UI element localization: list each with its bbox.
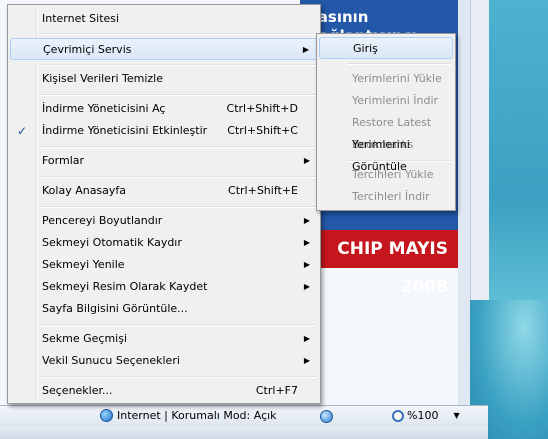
menu-item-shortcut: Ctrl+F7: [255, 384, 298, 397]
menu-item-formlar[interactable]: Formlar ▶: [10, 150, 318, 172]
menu-item-label: İndirme Yöneticisini Etkinleştir: [42, 124, 208, 137]
chevron-down-icon: ▼: [453, 411, 460, 420]
menu-item-kisisel-verileri-temizle[interactable]: Kişisel Verileri Temizle: [10, 68, 318, 90]
menu-item-shortcut: Ctrl+Shift+C: [227, 124, 298, 137]
menu-separator: [40, 33, 316, 35]
submenu-arrow-icon: ▶: [303, 238, 310, 247]
submenu-item-tercihleri-indir: Tercihleri İndir: [319, 186, 453, 208]
checkmark-icon: ✓: [17, 124, 28, 138]
protected-mode-icon[interactable]: [320, 410, 333, 423]
menu-item-indirme-yoneticisini-ac[interactable]: İndirme Yöneticisini Aç Ctrl+Shift+D: [10, 98, 318, 120]
menu-item-label: Kişisel Verileri Temizle: [42, 72, 164, 85]
menu-separator: [40, 64, 316, 66]
menu-separator: [40, 94, 316, 96]
menu-separator: [40, 376, 316, 378]
menu-separator: [40, 146, 316, 148]
menu-item-label: Internet Sitesi: [42, 12, 120, 25]
submenu-item-restore-latest-bookmarks: Restore Latest Bookmarks: [319, 112, 453, 151]
submenu-arrow-icon: ▶: [303, 334, 310, 343]
menu-item-label: Tercihleri İndir: [352, 190, 430, 203]
menu-item-secenekler[interactable]: Seçenekler... Ctrl+F7: [10, 380, 318, 402]
menu-item-label: Kolay Anasayfa: [42, 184, 127, 197]
menu-item-label: Vekil Sunucu Seçenekleri: [42, 354, 180, 367]
menu-item-label: Çevrimiçi Servis: [43, 43, 132, 56]
zoom-control[interactable]: %100 ▼: [392, 409, 460, 422]
menu-item-sekmeyi-resim-olarak-kaydet[interactable]: Sekmeyi Resim Olarak Kaydet ▶: [10, 276, 318, 298]
submenu-arrow-icon: ▶: [303, 356, 310, 365]
zone-text: Internet | Korumalı Mod: Açık: [117, 409, 277, 422]
online-service-submenu: Giriş Yerimlerini Yükle Yerimlerini İndi…: [316, 33, 456, 211]
menu-item-cevrimici-servis[interactable]: Çevrimiçi Servis ▶: [10, 38, 318, 60]
magnifier-icon: [392, 409, 404, 422]
submenu-item-yerimlerini-indir: Yerimlerini İndir: [319, 90, 453, 112]
submenu-item-yerimlerini-goruntule[interactable]: Yerimlerini Görüntüle: [319, 134, 453, 173]
menu-item-pencereyi-boyutlandir[interactable]: Pencereyi Boyutlandır ▶: [10, 210, 318, 232]
menu-item-label: İndirme Yöneticisini Aç: [42, 102, 166, 115]
status-bar: Internet | Korumalı Mod: Açık %100 ▼: [0, 405, 488, 428]
menu-separator: [40, 324, 316, 326]
menu-item-label: Sekmeyi Resim Olarak Kaydet: [42, 280, 208, 293]
security-zone[interactable]: Internet | Korumalı Mod: Açık: [100, 409, 277, 422]
menu-item-shortcut: Ctrl+Shift+D: [226, 102, 298, 115]
menu-item-sayfa-bilgisini-goruntule[interactable]: Sayfa Bilgisini Görüntüle...: [10, 298, 318, 320]
submenu-item-yerimlerini-yukle: Yerimlerini Yükle: [319, 68, 453, 90]
submenu-arrow-icon: ▶: [303, 282, 310, 291]
magazine-label: CHIP MAYIS 2008: [300, 230, 458, 297]
menu-item-label: Formlar: [42, 154, 85, 167]
menu-item-label: Yerimlerini İndir: [352, 94, 439, 107]
submenu-item-giris[interactable]: Giriş: [319, 37, 453, 59]
menu-item-sekmeyi-yenile[interactable]: Sekmeyi Yenile ▶: [10, 254, 318, 276]
menu-item-label: Pencereyi Boyutlandır: [42, 214, 163, 227]
menu-item-kolay-anasayfa[interactable]: Kolay Anasayfa Ctrl+Shift+E: [10, 180, 318, 202]
submenu-arrow-icon: ▶: [303, 260, 310, 269]
tools-menu: Internet Sitesi Çevrimiçi Servis ▶ Kişis…: [7, 4, 321, 404]
submenu-arrow-icon: ▶: [303, 156, 310, 165]
menu-item-label: Sekmeyi Yenile: [42, 258, 125, 271]
menu-separator: [40, 176, 316, 178]
menu-item-sekme-gecmisi[interactable]: Sekme Geçmişi ▶: [10, 328, 318, 350]
menu-item-shortcut: Ctrl+Shift+E: [228, 184, 298, 197]
submenu-item-tercihleri-yukle: Tercihleri Yükle: [319, 164, 453, 186]
menu-item-label: Giriş: [353, 42, 378, 55]
menu-item-internet-sitesi[interactable]: Internet Sitesi: [10, 8, 318, 30]
menu-item-label: Seçenekler...: [42, 384, 113, 397]
submenu-arrow-icon: ▶: [302, 45, 309, 54]
taskbar-edge: [0, 427, 488, 439]
submenu-arrow-icon: ▶: [303, 216, 310, 225]
globe-icon: [100, 409, 113, 422]
menu-separator: [347, 63, 451, 65]
menu-separator: [40, 206, 316, 208]
menu-separator: [347, 160, 451, 162]
menu-item-indirme-yoneticisini-etkinlestir[interactable]: ✓ İndirme Yöneticisini Etkinleştir Ctrl+…: [10, 120, 318, 142]
menu-item-label: Tercihleri Yükle: [352, 168, 434, 181]
menu-item-label: Sayfa Bilgisini Görüntüle...: [42, 302, 188, 315]
menu-item-label: Sekmeyi Otomatik Kaydır: [42, 236, 182, 249]
menu-item-sekmeyi-otomatik-kaydir[interactable]: Sekmeyi Otomatik Kaydır ▶: [10, 232, 318, 254]
menu-item-label: Yerimlerini Yükle: [352, 72, 442, 85]
menu-item-vekil-sunucu-secenekleri[interactable]: Vekil Sunucu Seçenekleri ▶: [10, 350, 318, 372]
zoom-level: %100: [407, 409, 439, 422]
menu-item-label: Sekme Geçmişi: [42, 332, 127, 345]
